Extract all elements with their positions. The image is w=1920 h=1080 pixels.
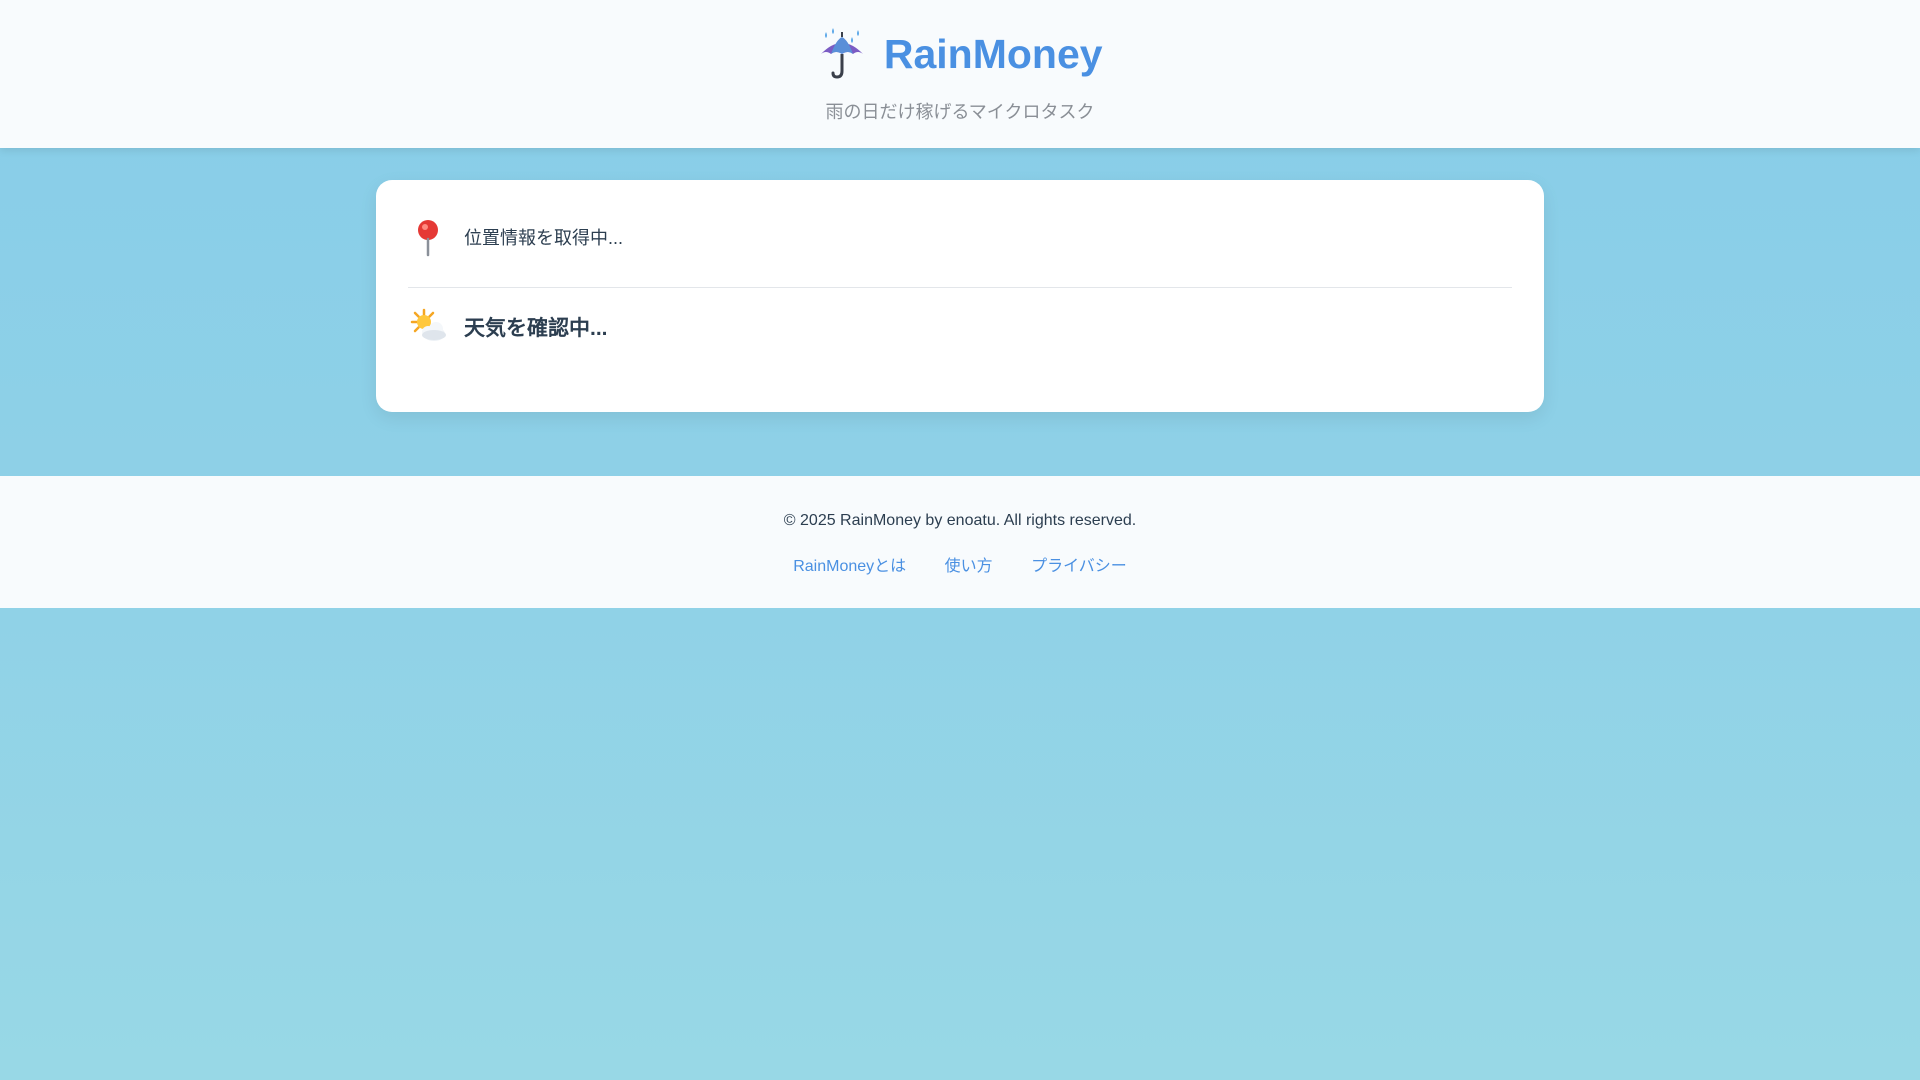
footer-link-how-to-use[interactable]: 使い方 — [945, 552, 993, 576]
weather-status-text: 天気を確認中... — [464, 317, 608, 340]
footer-link-privacy[interactable]: プライバシー — [1031, 552, 1127, 576]
footer-link-about[interactable]: RainMoneyとは — [793, 552, 906, 576]
site-header: RainMoney 雨の日だけ稼げるマイクロタスク — [0, 0, 1920, 148]
copyright-text: © 2025 RainMoney by enoatu. All rights r… — [783, 512, 1137, 529]
location-status-text: 位置情報を取得中... — [464, 228, 624, 248]
location-pin-icon — [418, 220, 438, 257]
umbrella-with-rain-icon — [821, 28, 864, 79]
brand[interactable]: RainMoney — [0, 28, 1920, 80]
sun-behind-cloud-icon — [410, 308, 446, 341]
app-title: RainMoney — [883, 30, 1103, 77]
tagline: 雨の日だけ稼げるマイクロタスク — [825, 102, 1095, 122]
footer-nav: RainMoneyとは 使い方 プライバシー — [0, 552, 1920, 576]
card-divider — [408, 287, 1512, 288]
location-status: 位置情報を取得中... — [408, 212, 1512, 262]
weather-status: 天気を確認中... — [408, 302, 1512, 352]
site-footer: © 2025 RainMoney by enoatu. All rights r… — [0, 476, 1920, 608]
